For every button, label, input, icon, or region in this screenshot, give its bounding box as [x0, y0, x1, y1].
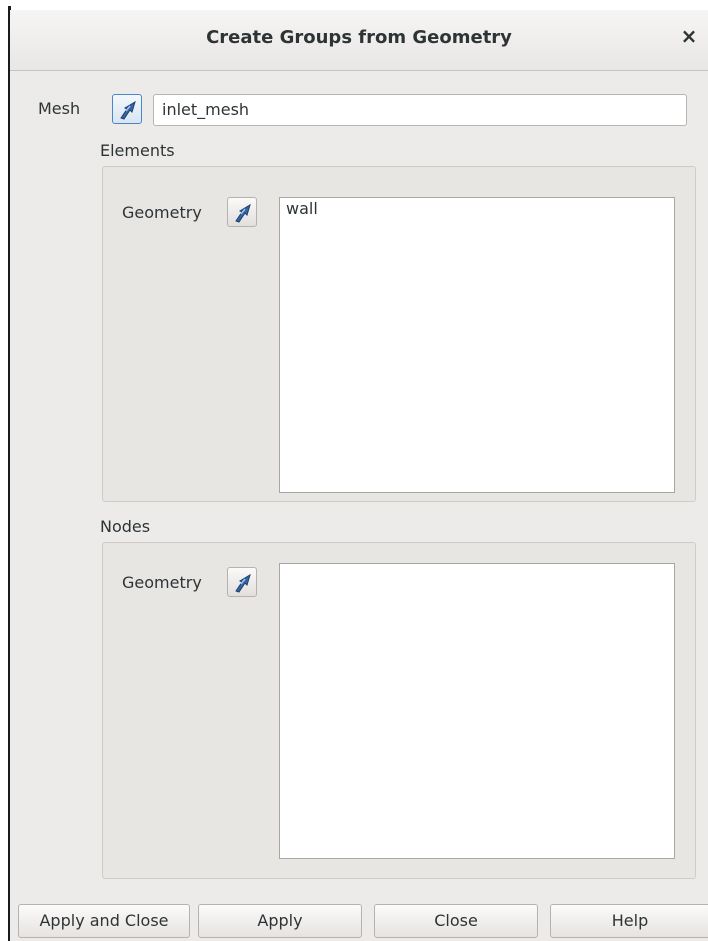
mesh-label: Mesh — [38, 99, 81, 118]
mesh-name-field[interactable]: inlet_mesh — [153, 94, 687, 126]
dialog-title: Create Groups from Geometry — [206, 27, 512, 48]
list-item[interactable]: wall — [286, 199, 668, 218]
title-bar[interactable]: Create Groups from Geometry × — [10, 10, 708, 71]
elements-geometry-select-button[interactable] — [227, 197, 257, 227]
selection-arrow-icon — [235, 203, 251, 223]
close-button[interactable]: Close — [374, 904, 538, 938]
nodes-geometry-list[interactable] — [279, 563, 675, 859]
close-icon[interactable]: × — [678, 24, 700, 50]
apply-and-close-button[interactable]: Apply and Close — [18, 904, 190, 938]
nodes-group: Geometry — [102, 542, 696, 879]
elements-group: Geometry wall — [102, 166, 696, 502]
help-button[interactable]: Help — [550, 904, 708, 938]
elements-geometry-list[interactable]: wall — [279, 197, 675, 493]
nodes-label: Nodes — [100, 517, 151, 536]
create-groups-dialog: Create Groups from Geometry × Mesh inlet… — [10, 10, 708, 941]
nodes-geometry-select-button[interactable] — [227, 567, 257, 597]
selection-arrow-icon — [120, 100, 136, 120]
nodes-geometry-label: Geometry — [122, 573, 202, 592]
selection-arrow-icon — [235, 573, 251, 593]
elements-geometry-label: Geometry — [122, 203, 202, 222]
mesh-select-button[interactable] — [112, 94, 142, 124]
apply-button[interactable]: Apply — [198, 904, 362, 938]
elements-label: Elements — [100, 141, 175, 160]
